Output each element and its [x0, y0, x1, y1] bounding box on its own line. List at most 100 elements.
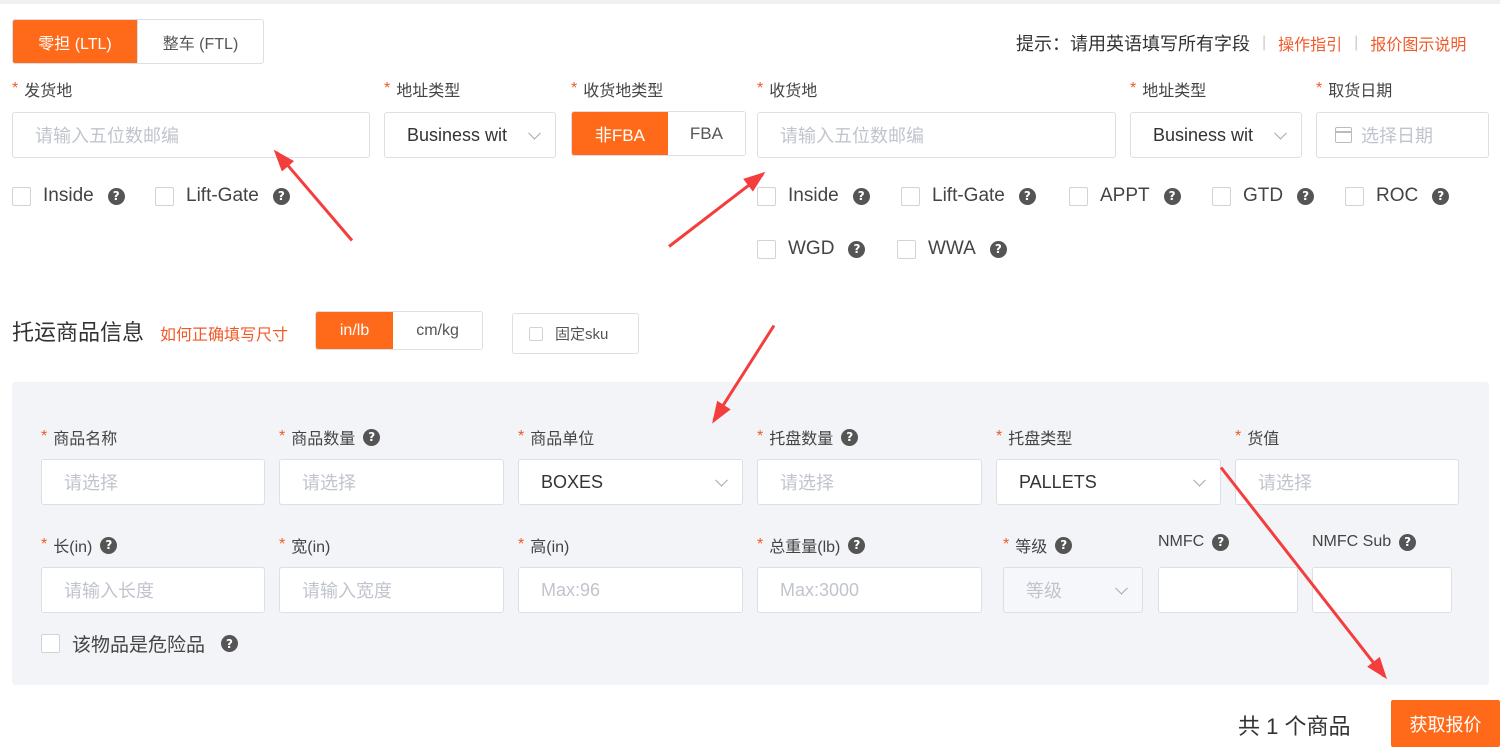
- help-icon[interactable]: ?: [1432, 187, 1450, 205]
- checkbox[interactable]: [897, 239, 916, 259]
- product-qty-label: * 商品数量?: [279, 425, 381, 449]
- pallet-qty-input[interactable]: 请选择: [757, 459, 982, 505]
- dest-option-wwa[interactable]: WWA?: [897, 238, 1007, 260]
- fixed-sku-checkbox[interactable]: [529, 326, 543, 341]
- dest-addr-type-label: * 地址类型: [1130, 80, 1207, 100]
- shipping-mode-tabs: 零担 (LTL) 整车 (FTL): [12, 19, 264, 64]
- product-unit-select[interactable]: BOXES: [518, 459, 743, 505]
- dest-option-gtd[interactable]: GTD?: [1212, 185, 1315, 207]
- annotation-arrow: [668, 173, 764, 248]
- checkbox[interactable]: [12, 186, 31, 206]
- origin-addr-type-value: Business wit: [407, 124, 508, 145]
- top-divider: [0, 0, 1500, 4]
- pickup-date-input[interactable]: 选择日期: [1316, 112, 1489, 158]
- destination-zip-input[interactable]: 请输入五位数邮编: [757, 112, 1116, 158]
- destination-label: * 收货地: [757, 80, 818, 100]
- pickup-date-placeholder: 选择日期: [1361, 126, 1433, 146]
- product-name-label: * 商品名称: [41, 428, 118, 448]
- help-icon[interactable]: ?: [1018, 187, 1036, 205]
- fixed-sku-label: 固定sku: [555, 326, 609, 343]
- height-input[interactable]: Max:96: [518, 567, 743, 613]
- help-icon[interactable]: ?: [1055, 536, 1073, 554]
- checkbox[interactable]: [901, 186, 920, 206]
- option-non-fba[interactable]: 非FBA: [572, 112, 668, 155]
- help-icon[interactable]: ?: [100, 536, 118, 554]
- help-icon[interactable]: ?: [107, 187, 125, 205]
- chevron-down-icon: [1193, 473, 1206, 487]
- class-label: * 等级?: [1003, 533, 1073, 557]
- dest-addr-type-select[interactable]: Business wit: [1130, 112, 1302, 158]
- chevron-down-icon: [1274, 126, 1287, 140]
- goods-value-label: * 货值: [1235, 428, 1280, 448]
- dest-option-inside[interactable]: Inside?: [757, 185, 870, 207]
- pickup-date-label: * 取货日期: [1316, 80, 1393, 100]
- nmfc-label: NMFC?: [1158, 533, 1230, 551]
- tab-ltl[interactable]: 零担 (LTL): [13, 20, 137, 63]
- help-icon[interactable]: ?: [989, 240, 1007, 258]
- get-quote-button[interactable]: 获取报价: [1391, 700, 1500, 747]
- dest-type-label: * 收货地类型: [571, 80, 664, 100]
- help-icon[interactable]: ?: [848, 240, 866, 258]
- dest-option-wgd[interactable]: WGD?: [757, 238, 866, 260]
- tab-ftl[interactable]: 整车 (FTL): [137, 20, 263, 63]
- origin-addr-type-label: * 地址类型: [384, 80, 461, 100]
- help-icon[interactable]: ?: [1399, 533, 1417, 551]
- chevron-down-icon: [528, 126, 541, 140]
- size-help-link[interactable]: 如何正确填写尺寸: [160, 321, 288, 345]
- dest-option-liftgate[interactable]: Lift-Gate?: [901, 185, 1036, 207]
- width-label: * 宽(in): [279, 536, 331, 556]
- unit-in-lb[interactable]: in/lb: [316, 312, 394, 349]
- nmfc-sub-input[interactable]: [1312, 567, 1452, 613]
- origin-option-inside[interactable]: Inside?: [12, 185, 125, 207]
- help-icon[interactable]: ?: [841, 428, 859, 446]
- quote-diagram-link[interactable]: 报价图示说明: [1370, 31, 1466, 55]
- class-select[interactable]: 等级: [1003, 567, 1143, 613]
- calendar-icon: [1335, 127, 1352, 143]
- checkbox[interactable]: [1345, 186, 1364, 206]
- guide-link[interactable]: 操作指引: [1278, 31, 1342, 55]
- hint-text: 提示：请用英语填写所有字段: [1016, 34, 1250, 54]
- product-qty-input[interactable]: 请选择: [279, 459, 504, 505]
- origin-label: * 发货地: [12, 80, 73, 100]
- length-input[interactable]: 请输入长度: [41, 567, 265, 613]
- checkbox[interactable]: [41, 634, 60, 653]
- pallet-qty-label: * 托盘数量?: [757, 425, 859, 449]
- weight-label: * 总重量(lb)?: [757, 533, 866, 557]
- weight-input[interactable]: Max:3000: [757, 567, 982, 613]
- help-icon[interactable]: ?: [1163, 187, 1181, 205]
- dest-option-roc[interactable]: ROC?: [1345, 185, 1450, 207]
- origin-option-liftgate[interactable]: Lift-Gate?: [155, 185, 290, 207]
- item-count: 共 1 个商品: [1238, 714, 1351, 739]
- chevron-down-icon: [1115, 581, 1128, 595]
- pallet-type-select[interactable]: PALLETS: [996, 459, 1221, 505]
- height-label: * 高(in): [518, 536, 570, 556]
- checkbox[interactable]: [1212, 186, 1231, 206]
- option-fba[interactable]: FBA: [667, 112, 745, 155]
- help-icon[interactable]: ?: [363, 428, 381, 446]
- product-unit-label: * 商品单位: [518, 428, 595, 448]
- chevron-down-icon: [715, 473, 728, 487]
- hazmat-option[interactable]: 该物品是危险品?: [41, 630, 239, 657]
- length-label: * 长(in)?: [41, 533, 118, 557]
- hint-bar: 提示：请用英语填写所有字段 | 操作指引 | 报价图示说明: [1016, 30, 1466, 56]
- origin-zip-input[interactable]: 请输入五位数邮编: [12, 112, 370, 158]
- checkbox[interactable]: [1069, 186, 1088, 206]
- checkbox[interactable]: [155, 186, 174, 206]
- dest-option-appt[interactable]: APPT?: [1069, 185, 1181, 207]
- width-input[interactable]: 请输入宽度: [279, 567, 504, 613]
- checkbox[interactable]: [757, 186, 776, 206]
- help-icon[interactable]: ?: [1212, 533, 1230, 551]
- origin-addr-type-select[interactable]: Business wit: [384, 112, 556, 158]
- checkbox[interactable]: [757, 239, 776, 259]
- help-icon[interactable]: ?: [1297, 187, 1315, 205]
- product-name-select[interactable]: 请选择: [41, 459, 265, 505]
- goods-value-input[interactable]: 请选择: [1235, 459, 1459, 505]
- pallet-type-label: * 托盘类型: [996, 428, 1073, 448]
- nmfc-input[interactable]: [1158, 567, 1298, 613]
- help-icon[interactable]: ?: [221, 635, 239, 652]
- help-icon[interactable]: ?: [848, 536, 866, 554]
- help-icon[interactable]: ?: [272, 187, 290, 205]
- help-icon[interactable]: ?: [852, 187, 870, 205]
- fixed-sku-box[interactable]: 固定sku: [512, 313, 639, 354]
- unit-cm-kg[interactable]: cm/kg: [393, 312, 482, 349]
